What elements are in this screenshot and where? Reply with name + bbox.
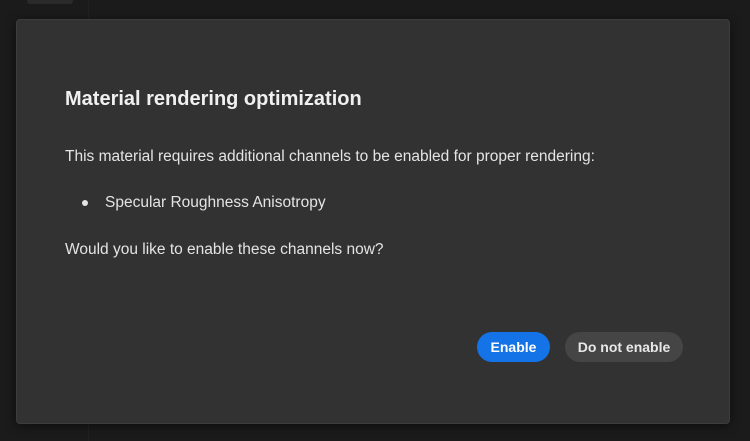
dialog-title: Material rendering optimization [65, 88, 362, 110]
background-tab [27, 0, 73, 4]
channel-list-item: Specular Roughness Anisotropy [65, 193, 326, 213]
bullet-icon [82, 200, 88, 206]
dialog-question: Would you like to enable these channels … [65, 241, 384, 258]
material-optimization-dialog: Material rendering optimization This mat… [16, 19, 730, 424]
channel-label: Specular Roughness Anisotropy [105, 194, 326, 211]
do-not-enable-button[interactable]: Do not enable [565, 332, 683, 362]
dialog-message: This material requires additional channe… [65, 148, 595, 165]
channel-list: Specular Roughness Anisotropy [65, 193, 326, 213]
enable-button[interactable]: Enable [477, 332, 550, 362]
